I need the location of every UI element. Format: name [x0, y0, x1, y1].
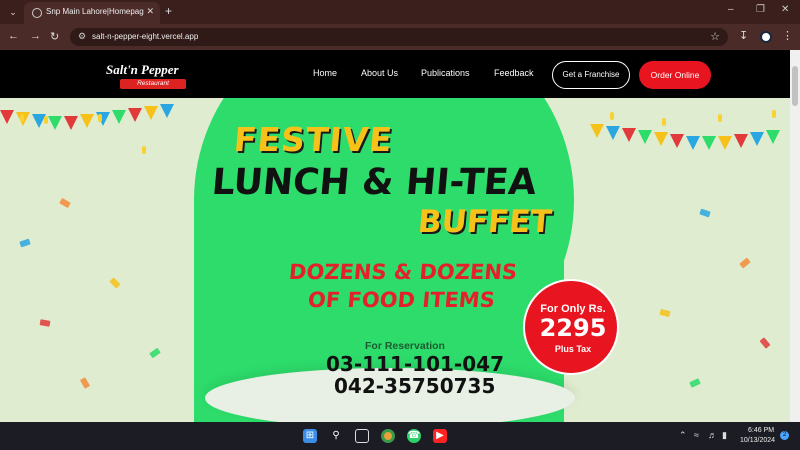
whatsapp-icon[interactable]: ☎: [407, 429, 421, 443]
scrollbar[interactable]: [790, 50, 800, 422]
light-bulb: [98, 114, 102, 122]
forward-icon[interactable]: →: [30, 30, 41, 42]
reload-icon[interactable]: ↻: [50, 30, 59, 43]
light-bulb: [718, 114, 722, 122]
battery-icon[interactable]: ▮: [722, 430, 727, 441]
hero-lunch: LUNCH & HI-TEA: [210, 162, 539, 203]
kebab-menu-icon[interactable]: ⋮: [782, 29, 793, 42]
browser-tabstrip: ⌄ Snp Main Lahore|Homepag ✕ + – ❐ ✕: [0, 0, 800, 24]
logo-name: Salt'n Pepper: [106, 62, 179, 77]
address-toolbar: ← → ↻ ⚙ salt-n-pepper-eight.vercel.app ☆…: [0, 24, 800, 50]
clock-date[interactable]: 10/13/2024: [740, 437, 775, 444]
order-online-button[interactable]: Order Online: [639, 61, 711, 89]
chevron-up-icon[interactable]: ⌃: [679, 430, 687, 441]
light-bulb: [610, 112, 614, 120]
confetti: [659, 308, 671, 318]
confetti: [19, 238, 31, 248]
close-window-icon[interactable]: ✕: [781, 4, 789, 15]
profile-icon[interactable]: [760, 31, 772, 43]
chevron-down-icon[interactable]: ⌄: [6, 5, 20, 19]
maximize-icon[interactable]: ❐: [756, 4, 765, 15]
minimize-icon[interactable]: –: [728, 4, 734, 15]
notification-badge[interactable]: 2: [780, 431, 789, 440]
confetti: [59, 197, 71, 209]
close-icon[interactable]: ✕: [146, 6, 154, 17]
confetti: [739, 257, 751, 269]
confetti: [699, 208, 711, 218]
confetti: [759, 337, 771, 349]
chrome-icon[interactable]: [381, 429, 395, 443]
price-badge: For Only Rs. 2295 Plus Tax: [523, 279, 619, 375]
reservation-label: For Reservation: [365, 340, 445, 352]
hero-dozens: DOZENS & DOZENS: [287, 260, 519, 284]
get-franchise-button[interactable]: Get a Franchise: [552, 61, 630, 89]
logo[interactable]: Salt'n Pepper Restaurant: [106, 62, 186, 90]
phone-secondary: 042-35750735: [334, 374, 496, 398]
confetti: [689, 378, 701, 388]
light-bulb: [44, 116, 48, 124]
site-info-icon[interactable]: ⚙: [78, 31, 86, 42]
windows-start-icon[interactable]: ⊞: [303, 429, 317, 443]
url-text: salt-n-pepper-eight.vercel.app: [92, 32, 199, 41]
back-icon[interactable]: ←: [8, 30, 19, 42]
logo-sub: Restaurant: [120, 79, 186, 89]
nav-about[interactable]: About Us: [361, 68, 398, 78]
task-view-icon[interactable]: [355, 429, 369, 443]
confetti: [79, 377, 91, 389]
light-bulb: [20, 114, 24, 122]
confetti: [149, 347, 161, 359]
globe-icon: [32, 8, 42, 18]
plus-icon[interactable]: +: [165, 4, 172, 18]
scrollbar-thumb[interactable]: [792, 66, 798, 106]
taskbar: ⊞ ⚲ ☎ ▶ ⌃ ≈ ♬ ▮ 6:46 PM 10/13/2024 2: [0, 422, 800, 450]
nav-feedback[interactable]: Feedback: [494, 68, 534, 78]
light-bulb: [142, 146, 146, 154]
hero-buffet: BUFFET: [416, 204, 554, 240]
tab-title: Snp Main Lahore|Homepag: [46, 7, 144, 16]
confetti: [109, 277, 121, 289]
light-bulb: [772, 110, 776, 118]
nav-publications[interactable]: Publications: [421, 68, 470, 78]
hero-food-items: OF FOOD ITEMS: [306, 288, 496, 312]
price-amount: 2295: [539, 314, 607, 342]
address-bar[interactable]: ⚙ salt-n-pepper-eight.vercel.app ☆: [70, 28, 728, 46]
star-icon[interactable]: ☆: [710, 30, 720, 43]
browser-tab[interactable]: Snp Main Lahore|Homepag ✕: [24, 2, 160, 24]
light-bulb: [662, 118, 666, 126]
download-icon[interactable]: ↧: [739, 29, 748, 42]
confetti: [39, 319, 51, 327]
phone-primary: 03-111-101-047: [326, 352, 504, 376]
search-icon[interactable]: ⚲: [329, 429, 343, 443]
web-page: Salt'n Pepper Restaurant Home About Us P…: [0, 50, 790, 422]
volume-icon[interactable]: ♬: [708, 430, 717, 440]
clock-time[interactable]: 6:46 PM: [748, 427, 774, 434]
youtube-icon[interactable]: ▶: [433, 429, 447, 443]
price-suffix: Plus Tax: [554, 344, 592, 354]
hero-festive: FESTIVE: [232, 120, 395, 159]
nav-home[interactable]: Home: [313, 68, 337, 78]
wifi-icon[interactable]: ≈: [694, 430, 699, 440]
site-navbar: Salt'n Pepper Restaurant Home About Us P…: [0, 50, 790, 98]
